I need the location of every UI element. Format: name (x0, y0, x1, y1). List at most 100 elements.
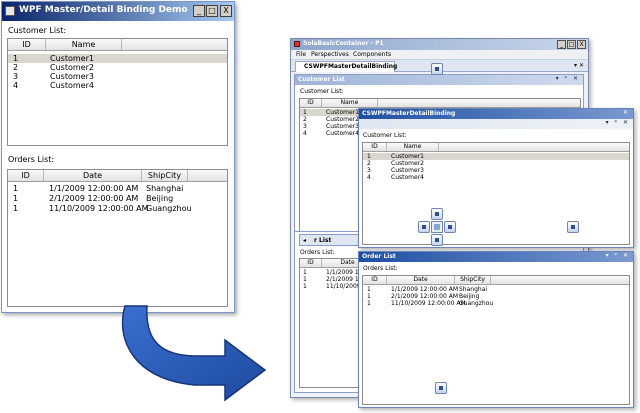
menu-bar: File Perspectives Components (291, 50, 588, 60)
table-row[interactable]: 2 Customer2 (363, 160, 629, 167)
cell-date: 2/1/2009 12:00:00 AM (391, 293, 458, 300)
dock-guide-top-icon[interactable] (431, 63, 443, 75)
menu-perspectives[interactable]: Perspectives (311, 51, 349, 58)
customer-grid[interactable]: ID Name 1 Customer1 2 Customer2 3 Custom… (7, 38, 228, 146)
table-row[interactable]: 4 Customer4 (363, 174, 629, 181)
dock-guide-far-right-icon[interactable] (567, 221, 579, 233)
demo-title-bar[interactable]: WPF Master/Detail Binding Demo _ □ X (2, 2, 234, 21)
column-header-date[interactable]: Date (44, 170, 142, 181)
orders-list-label: Orders List: (8, 155, 55, 164)
dock-guide-right-icon[interactable] (444, 221, 456, 233)
grid-header: ID Date ShipCity (363, 276, 629, 285)
cell-name: Customer2 (391, 160, 424, 167)
column-header-date[interactable]: Date (387, 276, 455, 284)
column-header-name[interactable]: Name (322, 99, 378, 107)
cell-name: Customer4 (391, 174, 424, 181)
cell-id: 2 (303, 116, 307, 123)
cell-name: Customer1 (326, 109, 359, 116)
table-row[interactable]: 3 Customer3 (8, 72, 227, 81)
column-header-id[interactable]: ID (363, 276, 387, 284)
cell-id: 3 (367, 167, 371, 174)
table-row[interactable]: 1 1/1/2009 12:00:00 AM Shanghai (363, 286, 629, 293)
order-grid[interactable]: ID Date ShipCity 1 1/1/2009 12:00:00 AM … (362, 275, 630, 405)
host-app-icon (294, 41, 300, 47)
table-row[interactable]: 1 11/10/2009 12:00:00 AM Guangzhou (363, 300, 629, 307)
close-button[interactable]: X (577, 40, 586, 49)
floating-title[interactable]: CSWPFMasterDetailBinding (359, 109, 633, 119)
float-inner-header (359, 119, 633, 129)
dock-guide-bottom-icon[interactable] (435, 382, 447, 394)
dock-guide-left-icon[interactable] (418, 221, 430, 233)
table-row[interactable]: 3 Customer3 (363, 167, 629, 174)
tab-cswpfmasterdetailbinding[interactable]: CSWPFMasterDetailBinding (295, 61, 397, 72)
table-row[interactable]: 2 Customer2 (8, 63, 227, 72)
close-button[interactable]: X (220, 5, 232, 17)
cell-name: Customer3 (50, 72, 94, 81)
maximize-button[interactable]: □ (206, 5, 218, 17)
column-header-name[interactable]: Name (46, 39, 122, 50)
pane-controls[interactable]: ▾ ᵖ ✕ (606, 119, 630, 126)
column-header-id[interactable]: ID (300, 259, 322, 267)
cell-date: 1/1/2009 12:00:00 AM (391, 286, 458, 293)
column-header-shipcity[interactable]: ShipCity (142, 170, 188, 181)
float-customer-label: Customer List: (363, 132, 407, 139)
order-pane-controls[interactable]: ▾ ᵖ ✕ (606, 252, 630, 259)
table-row[interactable]: 1 1/1/2009 12:00:00 AM Shanghai (8, 184, 227, 193)
cell-name: Customer1 (50, 54, 94, 63)
cell-city: Shanghai (146, 184, 184, 193)
floating-window: CSWPFMasterDetailBinding ✕ ▾ ᵖ ✕ Custome… (358, 108, 634, 248)
order-list-tab-label: r List (314, 237, 332, 244)
cell-name: Customer4 (50, 81, 94, 90)
column-header-shipcity[interactable]: ShipCity (455, 276, 491, 284)
menu-file[interactable]: File (296, 51, 306, 58)
table-row[interactable]: 1 Customer1 (363, 153, 629, 160)
pane-controls[interactable]: ▾ ᵖ ✕ (556, 75, 580, 82)
cell-city: Beijing (146, 194, 174, 203)
column-header-id[interactable]: ID (363, 143, 387, 151)
cell-id: 1 (303, 109, 307, 116)
cell-id: 1 (367, 293, 371, 300)
orders-grid[interactable]: ID Date ShipCity 1 1/1/2009 12:00:00 AM … (7, 169, 228, 307)
float-customer-grid[interactable]: ID Name 1 Customer1 2 Customer2 3 Custom… (362, 142, 630, 245)
table-row[interactable]: 1 11/10/2009 12:00:00 AM Guangzhou (8, 204, 227, 213)
column-header-id[interactable]: ID (300, 99, 322, 107)
dock-guide-down-icon[interactable] (431, 234, 443, 246)
cell-name: Customer3 (326, 123, 359, 130)
maximize-button[interactable]: □ (567, 40, 576, 49)
column-header-id[interactable]: ID (8, 170, 44, 181)
host-title-bar[interactable]: SolaBasicContainer - P1 _ □ X (291, 39, 588, 50)
cell-id: 1 (367, 300, 371, 307)
cell-id: 1 (367, 153, 371, 160)
cell-city: Shanghai (459, 286, 488, 293)
cell-name: Customer2 (326, 116, 359, 123)
cell-id: 4 (13, 81, 19, 90)
cell-id: 3 (13, 72, 19, 81)
table-row[interactable]: 1 2/1/2009 12:00:00 AM Beijing (363, 293, 629, 300)
table-row[interactable]: 1 Customer1 (8, 54, 227, 63)
float-close-icon[interactable]: ✕ (623, 109, 630, 116)
table-row[interactable]: 1 2/1/2009 12:00:00 AM Beijing (8, 194, 227, 203)
cell-id: 1 (13, 194, 19, 203)
order-list-title[interactable]: Order List (359, 252, 633, 262)
table-row[interactable]: 4 Customer4 (8, 81, 227, 90)
minimize-button[interactable]: _ (557, 40, 566, 49)
host-window-title: SolaBasicContainer - P1 (303, 40, 384, 47)
cell-id: 1 (13, 54, 19, 63)
menu-components[interactable]: Components (353, 51, 391, 58)
dock-left-arrow-icon[interactable]: ◂ (303, 237, 306, 244)
dock-guide-center-icon[interactable] (431, 221, 443, 233)
column-header-name[interactable]: Name (387, 143, 439, 151)
dock-guide-up-icon[interactable] (431, 208, 443, 220)
column-header-id[interactable]: ID (8, 39, 46, 50)
minimize-button[interactable]: _ (193, 5, 205, 17)
orders-list-label: Orders List: (300, 249, 335, 256)
cell-name: Customer4 (326, 130, 359, 137)
pane-header[interactable]: Customer List (295, 75, 583, 85)
customer-list-label: Customer List: (8, 26, 67, 35)
cell-id: 1 (303, 269, 307, 276)
cell-city: Guangzhou (146, 204, 192, 213)
cell-id: 3 (303, 123, 307, 130)
order-list-tab[interactable]: ◂ r List (299, 234, 364, 246)
tab-strip-controls[interactable]: ▾ ✕ (574, 62, 584, 69)
cell-id: 1 (303, 276, 307, 283)
